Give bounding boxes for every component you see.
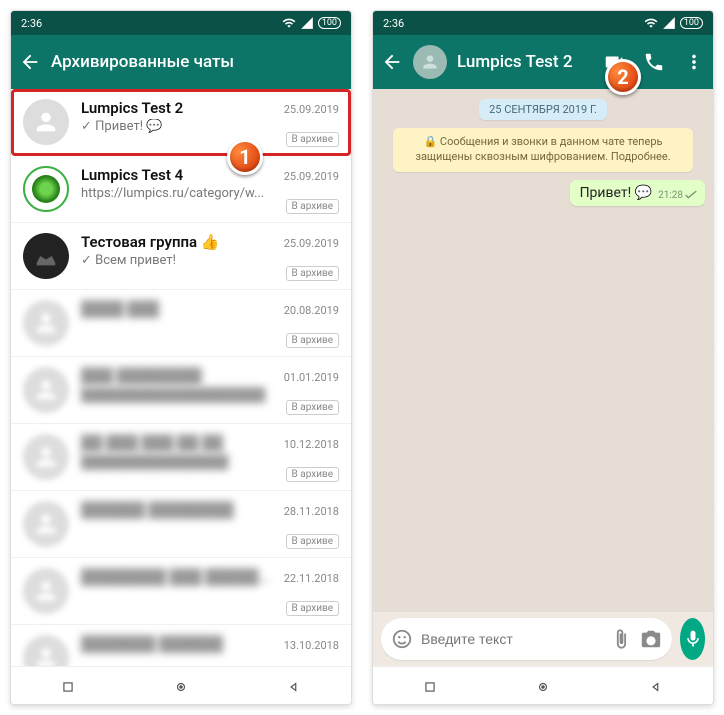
avatar — [23, 367, 69, 413]
chat-name: Lumpics Test 4 — [81, 166, 183, 184]
chat-name: ███ ████████ — [81, 367, 202, 385]
input-bar — [373, 611, 713, 666]
encryption-notice[interactable]: 🔒 Сообщения и звонки в данном чате тепер… — [393, 128, 693, 172]
message-outgoing[interactable]: Привет! 💬 21:28 — [570, 180, 705, 206]
battery-icon: 100 — [680, 17, 703, 29]
chat-name: ██████ ████████ — [81, 501, 234, 519]
archive-tag: В архиве — [286, 467, 339, 482]
wifi-icon — [644, 16, 658, 30]
chat-title[interactable]: Lumpics Test 2 — [457, 52, 593, 72]
camera-icon[interactable] — [640, 628, 662, 650]
more-icon[interactable] — [683, 51, 705, 73]
check-icon — [685, 190, 697, 200]
nav-home-icon[interactable] — [536, 679, 550, 693]
chat-name: ██ ███ ███ ██ ██ — [81, 434, 223, 452]
chat-date: 25.09.2019 — [284, 170, 339, 183]
battery-icon: 100 — [318, 17, 341, 29]
archive-tag: В архиве — [286, 132, 339, 147]
chat-date: 25.09.2019 — [284, 237, 339, 250]
chat-date: 10.12.2018 — [284, 438, 339, 451]
chat-date: 13.10.2018 — [284, 639, 339, 652]
chat-list: Lumpics Test 225.09.2019✓ Привет! 💬В арх… — [11, 89, 351, 666]
archive-tag: В архиве — [286, 333, 339, 348]
emoji-icon[interactable] — [391, 628, 413, 650]
back-icon[interactable] — [381, 51, 403, 73]
message-meta: 21:28 — [658, 190, 697, 201]
status-bar: 2:36 100 — [11, 11, 351, 35]
android-nav — [11, 666, 351, 704]
status-bar: 2:36 100 — [373, 11, 713, 35]
chat-header: Lumpics Test 2 — [373, 35, 713, 89]
archive-tag: В архиве — [286, 266, 339, 281]
chat-name: Тестовая группа 👍 — [81, 233, 219, 251]
chat-item[interactable]: Lumpics Test 225.09.2019✓ Привет! 💬В арх… — [11, 89, 351, 156]
phone-left: 2:36 100 Архивированные чаты Lumpics Tes… — [10, 10, 352, 705]
chat-item[interactable]: ████████ ███ ███████ 22.11.2018 В архиве — [11, 558, 351, 625]
avatar — [23, 568, 69, 614]
contact-avatar[interactable] — [413, 45, 447, 79]
callout-badge-2: 2 — [605, 59, 641, 95]
avatar — [23, 501, 69, 547]
nav-recent-icon[interactable] — [423, 679, 437, 693]
callout-badge-1: 1 — [227, 139, 263, 175]
avatar — [23, 166, 69, 212]
archive-tag: В архиве — [286, 199, 339, 214]
chat-name: ████████ ███ ███████ — [81, 568, 278, 586]
back-icon[interactable] — [19, 51, 41, 73]
message-input-box[interactable] — [381, 618, 672, 660]
status-right: 100 — [282, 16, 341, 30]
voice-call-icon[interactable] — [643, 51, 665, 73]
message-text: Привет! 💬 — [580, 185, 653, 201]
chat-item[interactable]: ███████ ██████13.10.2018В архиве — [11, 625, 351, 666]
chat-name: ███████ ██████ — [81, 635, 223, 653]
mic-button[interactable] — [680, 618, 705, 660]
status-right: 100 — [644, 16, 703, 30]
chat-item[interactable]: ███ ████████01.01.2019██████████████████… — [11, 357, 351, 424]
avatar — [23, 635, 69, 666]
status-time: 2:36 — [383, 17, 404, 30]
message-time: 21:28 — [658, 190, 683, 201]
chat-item[interactable]: ████ ███ 20.08.2019 В архиве — [11, 290, 351, 357]
chat-item[interactable]: ██████ ████████ 28.11.2018 В архиве — [11, 491, 351, 558]
date-pill: 25 СЕНТЯБРЯ 2019 Г. — [479, 99, 607, 120]
chat-date: 20.08.2019 — [284, 304, 339, 317]
phone-right: 2:36 100 Lumpics Test 2 25 СЕНТЯБРЯ 2019… — [372, 10, 714, 705]
archived-header: Архивированные чаты — [11, 35, 351, 89]
chat-item[interactable]: ██ ███ ███ ██ ██10.12.2018██████████████… — [11, 424, 351, 491]
chat-date: 22.11.2018 — [284, 572, 339, 585]
chat-item[interactable]: Тестовая группа 👍25.09.2019✓ Всем привет… — [11, 223, 351, 290]
android-nav — [373, 666, 713, 704]
chat-date: 01.01.2019 — [284, 371, 339, 384]
chat-item[interactable]: Lumpics Test 425.09.2019https://lumpics.… — [11, 156, 351, 223]
chat-body: 25 СЕНТЯБРЯ 2019 Г. 🔒 Сообщения и звонки… — [373, 89, 713, 611]
chat-name: Lumpics Test 2 — [81, 99, 183, 117]
chat-date: 25.09.2019 — [284, 103, 339, 116]
signal-icon — [662, 16, 676, 30]
nav-home-icon[interactable] — [174, 679, 188, 693]
attach-icon[interactable] — [610, 628, 632, 650]
status-time: 2:36 — [21, 17, 42, 30]
archive-tag: В архиве — [286, 601, 339, 616]
avatar — [23, 434, 69, 480]
nav-back-icon[interactable] — [287, 679, 301, 693]
archive-tag: В архиве — [286, 400, 339, 415]
avatar — [23, 233, 69, 279]
archive-tag: В архиве — [286, 534, 339, 549]
message-input[interactable] — [421, 631, 602, 647]
archived-title: Архивированные чаты — [51, 52, 343, 72]
avatar — [23, 300, 69, 346]
chat-date: 28.11.2018 — [284, 505, 339, 518]
signal-icon — [300, 16, 314, 30]
avatar — [23, 99, 69, 145]
wifi-icon — [282, 16, 296, 30]
chat-name: ████ ███ — [81, 300, 159, 318]
nav-back-icon[interactable] — [649, 679, 663, 693]
nav-recent-icon[interactable] — [61, 679, 75, 693]
